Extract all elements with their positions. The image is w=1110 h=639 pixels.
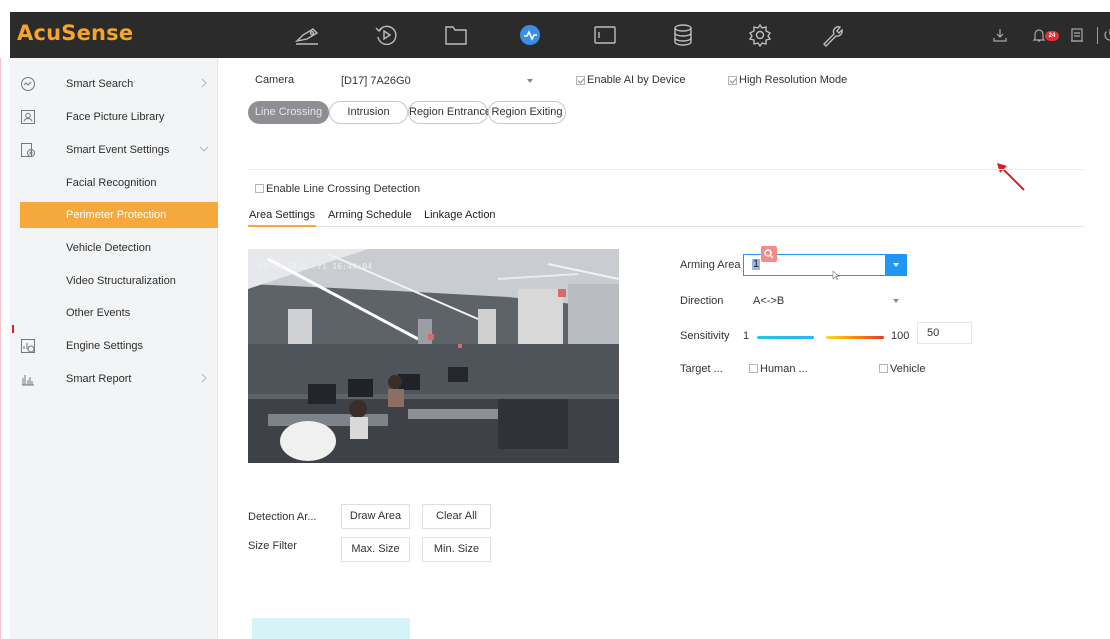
maintenance-icon[interactable] [820,23,846,47]
topbar-separator [1097,27,1098,44]
main-content: Camera [D17] 7A26G0 Enable AI by Device … [218,58,1110,639]
live-view-icon[interactable] [294,23,320,47]
sensitivity-max-label: 100 [891,330,910,342]
target-label: Target ... [680,363,723,375]
sidebar-item-label: Perimeter Protection [66,209,167,221]
smart-analysis-icon[interactable] [517,23,543,47]
video-timestamp: 03-04-2020 Fri 16:44:04 [257,262,373,271]
sidebar-item-facial-recognition[interactable]: Facial Recognition [20,170,218,196]
enable-ai-checkbox[interactable] [576,76,585,85]
sidebar-item-label: Facial Recognition [66,177,157,189]
high-resolution-label: High Resolution Mode [739,74,848,86]
sensitivity-slider-track-high[interactable] [826,336,884,339]
sidebar-item-smart-event-settings[interactable]: Smart Event Settings [20,137,218,163]
chevron-down-icon [198,143,210,155]
face-library-icon [20,109,36,125]
arming-area-label: Arming Area [680,259,741,271]
sidebar-item-smart-search[interactable]: Smart Search [20,71,218,97]
target-vehicle-checkbox[interactable] [879,364,888,373]
notepad-icon[interactable] [1069,27,1085,43]
sidebar-item-label: Face Picture Library [66,111,165,123]
direction-label: Direction [680,295,724,307]
sidebar-item-vehicle-detection[interactable]: Vehicle Detection [20,235,218,261]
window-icon[interactable] [592,23,618,47]
sidebar-item-smart-report[interactable]: Smart Report [20,366,218,392]
smart-search-icon [20,76,36,92]
power-icon[interactable] [1102,27,1110,43]
sidebar-item-perimeter-protection[interactable]: Perimeter Protection [20,202,218,228]
sidebar-item-engine-settings[interactable]: Engine Settings [20,333,218,359]
sidebar-item-face-picture-library[interactable]: Face Picture Library [20,104,218,130]
camera-select[interactable]: [D17] 7A26G0 [332,69,542,91]
sidebar-item-video-structuralization[interactable]: Video Structuralization [20,268,218,294]
min-size-button[interactable]: Min. Size [422,537,491,562]
configuration-icon[interactable] [747,23,773,47]
mouse-cursor-icon [832,270,840,280]
camera-video-preview[interactable]: 03-04-2020 Fri 16:44:04 [248,249,619,463]
arming-area-value: 1 [752,258,761,270]
sensitivity-input[interactable]: 50 [917,322,972,344]
tab-region-exiting[interactable]: Region Exiting [488,101,566,124]
storage-icon[interactable] [670,23,696,47]
clear-all-button[interactable]: Clear All [422,504,491,529]
tab-intrusion[interactable]: Intrusion [329,101,408,124]
sidebar-item-label: Smart Event Settings [66,144,170,156]
sensitivity-slider-track[interactable] [757,336,814,339]
left-edge-marker [12,325,14,333]
caret-down-icon [527,79,533,83]
alarm-count-badge: 24 [1045,31,1059,41]
playback-icon[interactable] [373,23,399,47]
active-tab-indicator [248,225,316,227]
max-size-button[interactable]: Max. Size [341,537,410,562]
size-filter-label: Size Filter [248,540,297,552]
sidebar: Smart Search Face Picture Library Smart … [10,58,218,639]
target-human-label: Human ... [760,363,808,375]
acusense-logo: AcuSense [17,21,134,45]
target-vehicle-label: Vehicle [890,363,926,375]
draw-area-button[interactable]: Draw Area [341,504,410,529]
enable-line-crossing-label: Enable Line Crossing Detection [266,183,421,195]
sensitivity-min-label: 1 [743,330,750,342]
sidebar-item-label: Video Structuralization [66,275,176,287]
camera-select-value: [D17] 7A26G0 [341,75,411,87]
detection-area-label: Detection Ar... [248,511,317,523]
sidebar-item-label: Vehicle Detection [66,242,151,254]
enable-line-crossing-checkbox[interactable] [255,184,264,193]
tab-region-entrance[interactable]: Region Entrance [408,101,491,124]
tab-line-crossing[interactable]: Line Crossing [248,101,329,124]
sidebar-item-label: Smart Search [66,78,134,90]
arming-area-dropdown-button[interactable] [885,254,907,276]
enable-ai-label: Enable AI by Device [587,74,686,86]
left-edge-line [0,58,1,639]
chevron-right-icon [198,372,210,384]
caret-down-icon [893,299,899,303]
chevron-right-icon [198,77,210,89]
tab-linkage-action[interactable]: Linkage Action [424,209,496,221]
sensitivity-value: 50 [927,327,940,339]
high-resolution-checkbox[interactable] [728,76,737,85]
section-divider [248,169,1084,170]
annotation-arrow-icon [997,163,1025,191]
files-icon[interactable] [443,23,469,47]
sidebar-item-label: Smart Report [66,373,132,385]
apply-button[interactable] [252,618,410,639]
target-human-checkbox[interactable] [749,364,758,373]
smart-report-icon [20,371,36,387]
direction-select[interactable]: A<->B [744,289,908,311]
download-icon[interactable] [992,27,1008,43]
direction-value: A<->B [753,295,785,307]
engine-settings-icon [20,338,36,354]
tab-arming-schedule[interactable]: Arming Schedule [328,209,412,221]
sensitivity-label: Sensitivity [680,330,730,342]
sidebar-item-label: Engine Settings [66,340,144,352]
top-navigation-bar: AcuSense 24 [10,12,1110,58]
event-settings-icon [20,142,36,158]
tab-area-settings[interactable]: Area Settings [249,209,315,221]
sidebar-item-label: Other Events [66,307,131,319]
tabs-baseline [248,226,1084,227]
sidebar-item-other-events[interactable]: Other Events [20,300,218,326]
camera-label: Camera [255,74,295,86]
search-icon[interactable] [761,246,777,262]
